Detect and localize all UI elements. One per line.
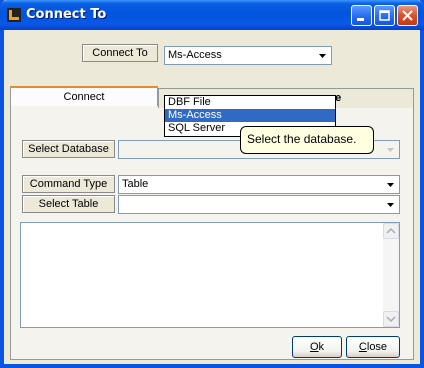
tooltip: Select the database. — [240, 126, 374, 154]
scroll-down-button[interactable] — [383, 311, 399, 327]
command-type-label: Command Type — [22, 175, 115, 193]
maximize-icon — [379, 10, 390, 21]
chevron-down-icon — [386, 316, 396, 323]
close-window-button[interactable] — [397, 5, 418, 26]
select-table-label: Select Table — [22, 195, 115, 213]
connect-to-label: Connect To — [82, 44, 158, 62]
dropdown-item-dbf[interactable]: DBF File — [165, 96, 335, 109]
title-bar[interactable]: Connect To — [0, 0, 424, 30]
chevron-down-icon[interactable] — [383, 177, 398, 192]
chevron-down-icon[interactable] — [315, 48, 330, 63]
close-label: lose — [366, 341, 388, 353]
app-icon — [7, 8, 21, 22]
close-icon — [402, 10, 413, 21]
chevron-down-icon[interactable] — [383, 142, 398, 157]
chevron-up-icon — [386, 227, 396, 234]
connect-to-value: Ms-Access — [168, 49, 222, 61]
connect-to-combo[interactable]: Ms-Access — [164, 46, 332, 65]
command-type-combo[interactable]: Table — [118, 175, 400, 194]
ok-mnemonic: O — [309, 341, 319, 353]
select-database-label: Select Database — [22, 140, 115, 158]
tab-connect[interactable]: Connect — [10, 86, 158, 106]
minimize-button[interactable] — [351, 5, 372, 26]
window-title: Connect To — [26, 7, 107, 22]
info-memo[interactable] — [20, 222, 400, 328]
scroll-up-button[interactable] — [383, 223, 399, 239]
command-type-value: Table — [122, 178, 149, 190]
chevron-down-icon[interactable] — [383, 197, 398, 212]
close-button[interactable]: Close — [346, 336, 400, 358]
dialog-client: Connect To Ms-Access se Connect Select D… — [4, 30, 420, 364]
dropdown-item-msaccess[interactable]: Ms-Access — [165, 109, 335, 122]
minimize-icon — [357, 18, 364, 21]
select-table-combo[interactable] — [118, 195, 400, 214]
close-mnemonic: C — [358, 341, 367, 353]
ok-button[interactable]: Ok — [292, 336, 342, 358]
ok-label: k — [318, 341, 325, 353]
vertical-scrollbar[interactable] — [383, 223, 399, 327]
maximize-button[interactable] — [374, 5, 395, 26]
